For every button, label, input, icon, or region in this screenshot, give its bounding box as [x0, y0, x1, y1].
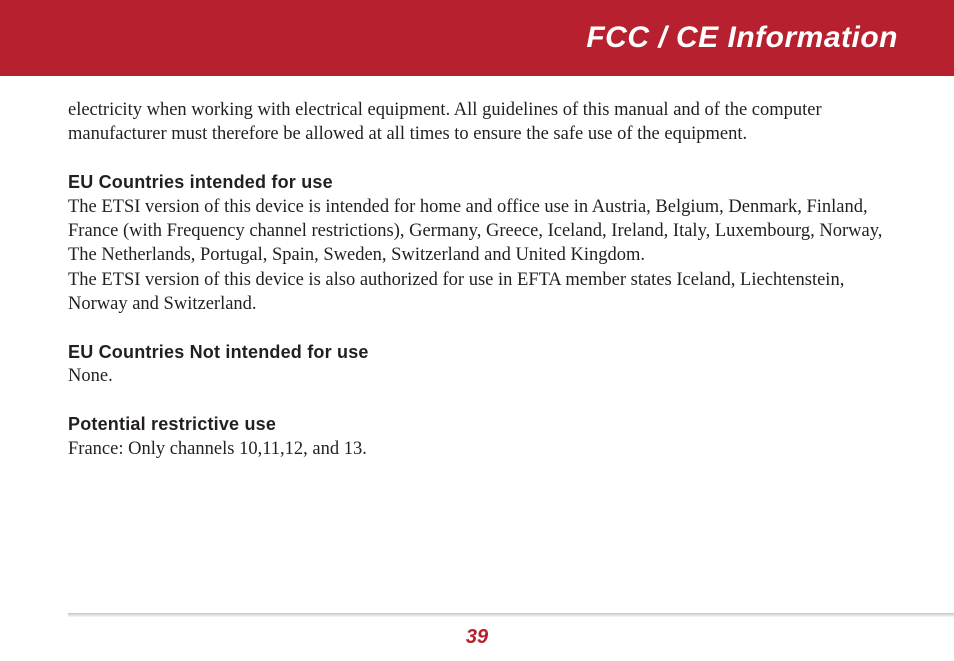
subhead-eu-intended: EU Countries intended for use	[68, 171, 886, 195]
body-content: electricity when working with electrical…	[0, 76, 954, 461]
header-band: FCC / CE Information	[0, 0, 954, 76]
intro-paragraph-continuation: electricity when working with electrical…	[68, 98, 886, 147]
document-page: FCC / CE Information electricity when wo…	[0, 0, 954, 661]
restrictive-body: France: Only channels 10,11,12, and 13.	[68, 437, 886, 461]
section-gap	[68, 147, 886, 171]
subhead-eu-not-intended: EU Countries Not intended for use	[68, 341, 886, 365]
section-gap	[68, 389, 886, 413]
subhead-restrictive: Potential restrictive use	[68, 413, 886, 437]
eu-intended-para1: The ETSI version of this device is inten…	[68, 195, 886, 268]
footer-rule	[68, 613, 954, 617]
eu-intended-para2: The ETSI version of this device is also …	[68, 268, 886, 317]
eu-not-intended-body: None.	[68, 364, 886, 388]
page-title: FCC / CE Information	[586, 21, 898, 55]
page-number: 39	[0, 626, 954, 649]
section-gap	[68, 317, 886, 341]
